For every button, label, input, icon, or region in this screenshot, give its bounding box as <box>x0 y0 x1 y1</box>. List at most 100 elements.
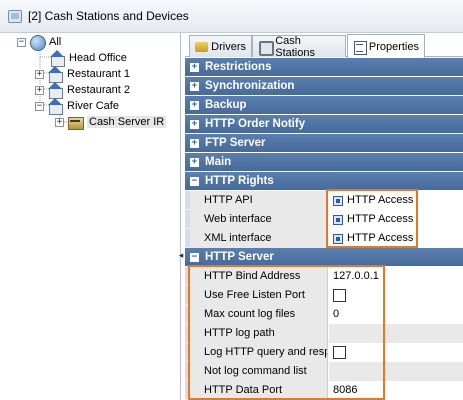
window-titlebar: [2] Cash Stations and Devices <box>0 0 463 33</box>
category-http-order-notify[interactable]: + HTTP Order Notify <box>185 115 463 134</box>
expand-toggle[interactable]: + <box>35 69 44 79</box>
property-value[interactable]: HTTP Access <box>329 229 463 248</box>
property-name: Log HTTP query and resp <box>190 343 328 362</box>
property-row-http-api[interactable]: HTTP API HTTP Access <box>185 191 463 210</box>
access-level-value: HTTP Access <box>347 213 414 225</box>
tree-node-label: Head Office <box>69 52 127 64</box>
expand-icon[interactable]: + <box>190 138 199 148</box>
use-free-listen-port-checkbox[interactable] <box>333 289 346 302</box>
cash-stations-icon <box>258 40 275 56</box>
category-http-server[interactable]: − HTTP Server <box>185 248 463 267</box>
tree-node-label: River Cafe <box>67 100 119 112</box>
property-name: Max count log files <box>190 305 328 324</box>
category-ftp-server[interactable]: + FTP Server <box>185 134 463 153</box>
property-value <box>329 286 463 305</box>
property-row-web-interface[interactable]: Web interface HTTP Access <box>185 210 463 229</box>
access-level-value: HTTP Access <box>347 232 414 244</box>
property-name: Web interface <box>190 210 328 229</box>
property-name: Not log command list <box>190 362 328 381</box>
category-label: Main <box>205 156 232 168</box>
house-icon <box>47 98 63 115</box>
property-row-use-free-listen-port[interactable]: Use Free Listen Port <box>185 286 463 305</box>
tree-node-label: Restaurant 1 <box>67 68 130 80</box>
tree-node-label: Cash Server IR <box>87 116 167 128</box>
property-value <box>329 343 463 362</box>
property-row-log-http-query[interactable]: Log HTTP query and resp <box>185 343 463 362</box>
property-name: HTTP API <box>190 191 328 210</box>
tree-node-head-office[interactable]: Head Office <box>49 50 127 67</box>
expand-icon[interactable]: + <box>190 100 199 110</box>
category-synchronization[interactable]: + Synchronization <box>185 77 463 96</box>
tree-node-restaurant-2[interactable]: + Restaurant 2 <box>35 82 130 99</box>
tree-node-river-cafe[interactable]: − River Cafe <box>35 98 119 115</box>
category-http-rights[interactable]: − HTTP Rights <box>185 172 463 191</box>
tree-node-all[interactable]: − All <box>17 34 62 51</box>
property-value[interactable]: 0 <box>329 305 463 324</box>
category-label: Backup <box>205 99 247 111</box>
tab-label: Properties <box>368 40 419 53</box>
house-icon <box>49 50 65 67</box>
property-value[interactable]: HTTP Access <box>329 210 463 229</box>
tree-node-label: All <box>49 36 62 48</box>
property-value[interactable]: 127.0.0.1 <box>329 267 463 286</box>
category-restrictions[interactable]: + Restrictions <box>185 58 463 77</box>
category-label: HTTP Order Notify <box>205 118 306 130</box>
expand-toggle[interactable]: + <box>55 117 64 127</box>
properties-panel: Drivers Cash Stations Properties + Restr… <box>185 33 463 400</box>
tree-node-label: Restaurant 2 <box>67 84 130 96</box>
tab-label: Cash Stations <box>275 34 315 59</box>
tab-cash-stations[interactable]: Cash Stations <box>252 34 346 59</box>
tree-node-restaurant-1[interactable]: + Restaurant 1 <box>35 66 130 83</box>
log-http-query-checkbox[interactable] <box>333 346 346 359</box>
expand-toggle[interactable]: + <box>35 85 44 95</box>
property-value[interactable] <box>329 324 463 343</box>
expand-icon[interactable]: + <box>190 62 199 72</box>
category-main[interactable]: + Main <box>185 153 463 172</box>
expand-icon[interactable]: + <box>190 119 199 129</box>
category-label: HTTP Server <box>205 251 274 263</box>
category-label: FTP Server <box>205 137 266 149</box>
category-label: HTTP Rights <box>205 175 274 187</box>
property-row-not-log-command-list[interactable]: Not log command list <box>185 362 463 381</box>
category-backup[interactable]: + Backup <box>185 96 463 115</box>
tab-properties[interactable]: Properties <box>347 34 425 58</box>
panel-splitter-collapse[interactable]: ◂ <box>178 240 184 270</box>
collapse-icon[interactable]: − <box>190 252 199 262</box>
category-label: Restrictions <box>205 61 272 73</box>
property-row-xml-interface[interactable]: XML interface HTTP Access <box>185 229 463 248</box>
property-name: HTTP log path <box>190 324 328 343</box>
expand-icon[interactable]: + <box>190 81 199 91</box>
property-row-http-bind-address[interactable]: HTTP Bind Address 127.0.0.1 <box>185 267 463 286</box>
access-level-icon <box>333 195 343 206</box>
window-title: [2] Cash Stations and Devices <box>28 9 189 23</box>
access-level-icon <box>333 214 343 225</box>
property-name: XML interface <box>190 229 328 248</box>
category-label: Synchronization <box>205 80 295 92</box>
property-name: HTTP Data Port <box>190 381 328 400</box>
house-icon <box>47 82 63 99</box>
property-value[interactable] <box>329 362 463 381</box>
cash-server-icon <box>67 114 84 130</box>
property-row-http-log-path[interactable]: HTTP log path <box>185 324 463 343</box>
house-icon <box>47 66 63 83</box>
tree-node-cash-server-ir[interactable]: + Cash Server IR <box>55 114 167 130</box>
property-value[interactable]: HTTP Access <box>329 191 463 210</box>
expand-icon[interactable]: + <box>190 157 199 167</box>
tab-strip: Drivers Cash Stations Properties <box>185 33 463 59</box>
tab-label: Drivers <box>211 40 246 53</box>
access-level-value: HTTP Access <box>347 194 414 206</box>
access-level-icon <box>333 233 343 244</box>
tab-drivers[interactable]: Drivers <box>189 35 252 57</box>
stations-tree[interactable]: − All Head Office + Restaurant 1 + Resta… <box>0 33 181 400</box>
property-row-max-count-log-files[interactable]: Max count log files 0 <box>185 305 463 324</box>
property-row-http-data-port[interactable]: HTTP Data Port 8086 <box>185 381 463 400</box>
property-value[interactable]: 8086 <box>329 381 463 400</box>
window-app-icon <box>8 9 22 23</box>
collapse-toggle[interactable]: − <box>17 37 26 47</box>
property-name: HTTP Bind Address <box>190 267 328 286</box>
properties-icon <box>353 40 367 55</box>
globe-icon <box>29 34 46 51</box>
property-name: Use Free Listen Port <box>190 286 328 305</box>
collapse-icon[interactable]: − <box>190 176 199 186</box>
collapse-toggle[interactable]: − <box>35 101 44 111</box>
